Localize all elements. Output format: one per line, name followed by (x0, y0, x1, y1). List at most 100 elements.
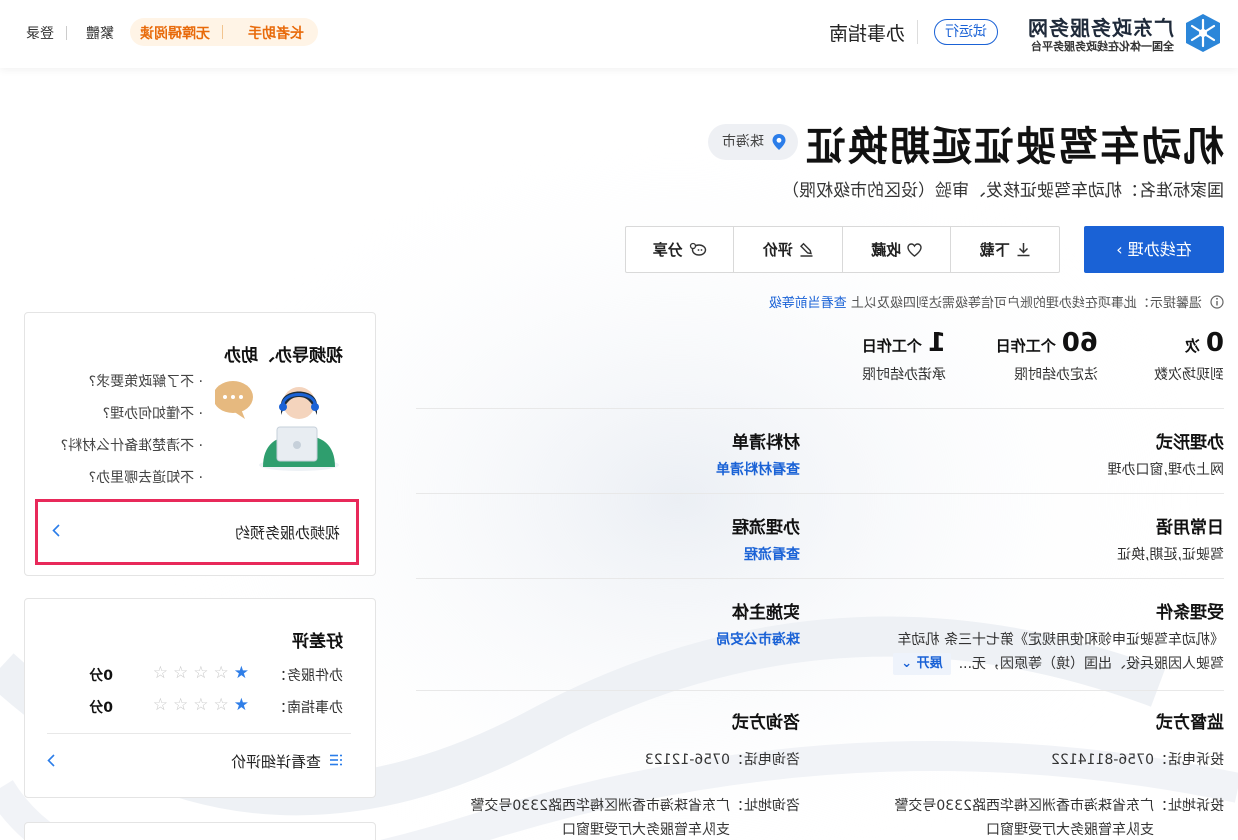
video-help-item: · 不知道去哪里办? (88, 470, 203, 486)
stat-visits-number: 0 (1205, 328, 1224, 358)
sidebar-card (24, 822, 376, 840)
process-link[interactable]: 查看流程 (410, 544, 800, 564)
rating-row-service: 办件服务： ★☆☆☆☆ 0分 (89, 663, 343, 685)
site-header: 广东政务服务网 全国一体化在线政务服务平台 试运行 办事指南 长者助手 无障碍阅… (0, 0, 1238, 68)
stat-promise-label: 承诺办结时限 (862, 367, 946, 383)
rating-stars: ★☆☆☆☆ (148, 695, 249, 715)
stat-visits-label: 到现场次数 (1154, 367, 1224, 383)
gd-gov-logo-icon[interactable] (1182, 12, 1224, 54)
view-detailed-rating-link[interactable]: 查看详细评价 (47, 749, 343, 773)
trial-badge: 试运行 (934, 19, 998, 45)
elder-assist-link[interactable]: 长者助手 (248, 23, 304, 43)
star-icon: ★ (228, 695, 249, 715)
info-icon (1210, 295, 1224, 309)
rating-title: 好差评 (292, 632, 343, 652)
view-detailed-rating-label: 查看详细评价 (230, 753, 321, 771)
video-service-appointment-label: 视频办服务预约 (234, 524, 340, 542)
video-help-list: · 不了解政策要求? · 不懂如何办理? · 不清楚准备什么材料? · 不知道去… (61, 371, 203, 499)
stat-visits-unit: 次 (1184, 337, 1200, 355)
info-conditions: 受理条件 《机动车驾驶证申领和使用规定》第七十三条 机动车 驾驶人因服兵役、出国… (834, 598, 1224, 675)
handle-form-value: 网上办理,窗口办理 (1107, 462, 1224, 478)
traditional-chinese-link[interactable]: 繁體 (86, 23, 114, 43)
download-icon (1017, 243, 1030, 257)
info-handle-form: 办理形式 网上办理,窗口办理 (834, 428, 1224, 481)
page-root: 广东政务服务网 全国一体化在线政务服务平台 试运行 办事指南 长者助手 无障碍阅… (0, 0, 1238, 840)
utility-bar: 长者助手 无障碍阅读 繁體 登录 (18, 18, 318, 46)
divider-line (416, 690, 1224, 691)
accessibility-pill: 长者助手 无障碍阅读 (130, 18, 318, 46)
expand-label: 展开 (916, 656, 943, 671)
page-title: 机动车驾驶证延期换证 (804, 124, 1224, 170)
rating-guide-score: 0分 (89, 700, 113, 716)
stat-visits: 0次 到现场次数 (1154, 328, 1224, 384)
divider-line (416, 408, 1224, 409)
customer-service-illustration (215, 381, 339, 471)
consult-key: 咨询方式 (732, 713, 800, 733)
conditions-key: 受理条件 (1156, 603, 1224, 623)
video-service-appointment-link[interactable]: 视频办服务预约 (35, 499, 359, 565)
supervision-address-line2: 支队车管服务大厅受理窗口 (986, 822, 1154, 838)
header-divider (917, 20, 918, 44)
location-chip[interactable]: 珠海市 (708, 124, 798, 160)
stat-promise-unit: 个工作日 (861, 337, 922, 355)
supervision-key: 监督方式 (1156, 713, 1224, 733)
expand-button[interactable]: 展开 ⌄ (893, 653, 951, 675)
consult-address-line2: 支队车管服务大厅受理窗口 (562, 822, 730, 838)
login-link[interactable]: 登录 (26, 23, 54, 43)
favorite-button[interactable]: 收藏 (842, 227, 951, 272)
share-label: 分享 (652, 241, 683, 259)
rating-guide-label: 办事指南： (273, 700, 343, 716)
download-button[interactable]: 下载 (950, 227, 1059, 272)
tip-text: 温馨提示：此事项在线办理的账户可信等级需达到四级及以上 (850, 296, 1202, 311)
rating-card: 好差评 办件服务： ★☆☆☆☆ 0分 办事指南： ★☆☆☆☆ 0分 查看详细评价 (24, 598, 376, 798)
star-icon: ★ (228, 663, 249, 683)
video-help-item: · 不懂如何办理? (102, 406, 203, 422)
nav-guide-link[interactable]: 办事指南 (829, 19, 905, 46)
chevron-right-icon (52, 524, 60, 537)
rating-divider (47, 733, 351, 734)
logo-title[interactable]: 广东政务服务网 (1027, 12, 1174, 41)
subject-link[interactable]: 珠海市公安局 (410, 629, 800, 649)
chevron-right-icon (47, 754, 55, 767)
consult-address-line1: 咨询地址：广东省珠海市香洲区梅华西路2330号交警 (470, 798, 800, 814)
rating-row-guide: 办事指南： ★☆☆☆☆ 0分 (89, 695, 343, 717)
conditions-value-line1: 《机动车驾驶证申领和使用规定》第七十三条 机动车 (897, 632, 1224, 648)
view-level-link[interactable]: 查看当前等级 (769, 296, 847, 311)
consult-phone: 咨询电话：0756-12123 (644, 752, 800, 768)
stat-promise-limit: 1 个工作日 承诺办结时限 (862, 328, 946, 384)
materials-key: 材料清单 (732, 433, 800, 453)
star-icon: ☆☆☆☆ (147, 695, 229, 715)
barrier-free-link[interactable]: 无障碍阅读 (140, 23, 210, 43)
share-button[interactable]: 分享 (626, 227, 734, 272)
star-icon: ☆☆☆☆ (147, 663, 229, 683)
location-text: 珠海市 (722, 134, 764, 150)
evaluate-label: 评价 (762, 241, 793, 259)
online-handle-button[interactable]: 在线办理 › (1084, 226, 1224, 273)
evaluate-button[interactable]: 评价 (733, 227, 842, 272)
info-materials: 材料清单 查看材料清单 (410, 428, 800, 479)
divider-line (416, 578, 1224, 579)
rating-service-score: 0分 (89, 668, 113, 684)
stat-legal-number: 60 (1061, 328, 1098, 358)
process-key: 办理流程 (732, 518, 800, 538)
conditions-value-line2: 驾驶人因服兵役、出国（境）等原因，无... (958, 656, 1224, 672)
pencil-icon (799, 242, 813, 257)
share-icon (689, 242, 706, 256)
tip-banner: 温馨提示：此事项在线办理的账户可信等级需达到四级及以上 查看当前等级 (769, 292, 1224, 311)
util-separator (66, 26, 67, 40)
info-subject: 实施主体 珠海市公安局 (410, 598, 800, 649)
video-help-title: 视频导办、助办 (224, 346, 343, 366)
divider-line (416, 493, 1224, 494)
supervision-address-line1: 投诉地址：广东省珠海市香洲区梅华西路2330号交警 (894, 798, 1224, 814)
common-terms-key: 日常用语 (1156, 518, 1224, 538)
list-icon (330, 754, 342, 766)
info-common-terms: 日常用语 驾驶证,延期,换证 (834, 513, 1224, 566)
video-help-item: · 不清楚准备什么材料? (60, 438, 203, 454)
materials-link[interactable]: 查看材料清单 (410, 459, 800, 479)
handle-form-key: 办理形式 (1156, 433, 1224, 453)
pill-separator (222, 25, 223, 39)
rating-stars: ★☆☆☆☆ (148, 663, 249, 683)
stat-legal-label: 法定办结时限 (1014, 367, 1098, 383)
info-supervision: 监督方式 投诉电话：0756-8114122 投诉地址：广东省珠海市香洲区梅华西… (834, 708, 1224, 840)
heart-icon (907, 242, 922, 257)
